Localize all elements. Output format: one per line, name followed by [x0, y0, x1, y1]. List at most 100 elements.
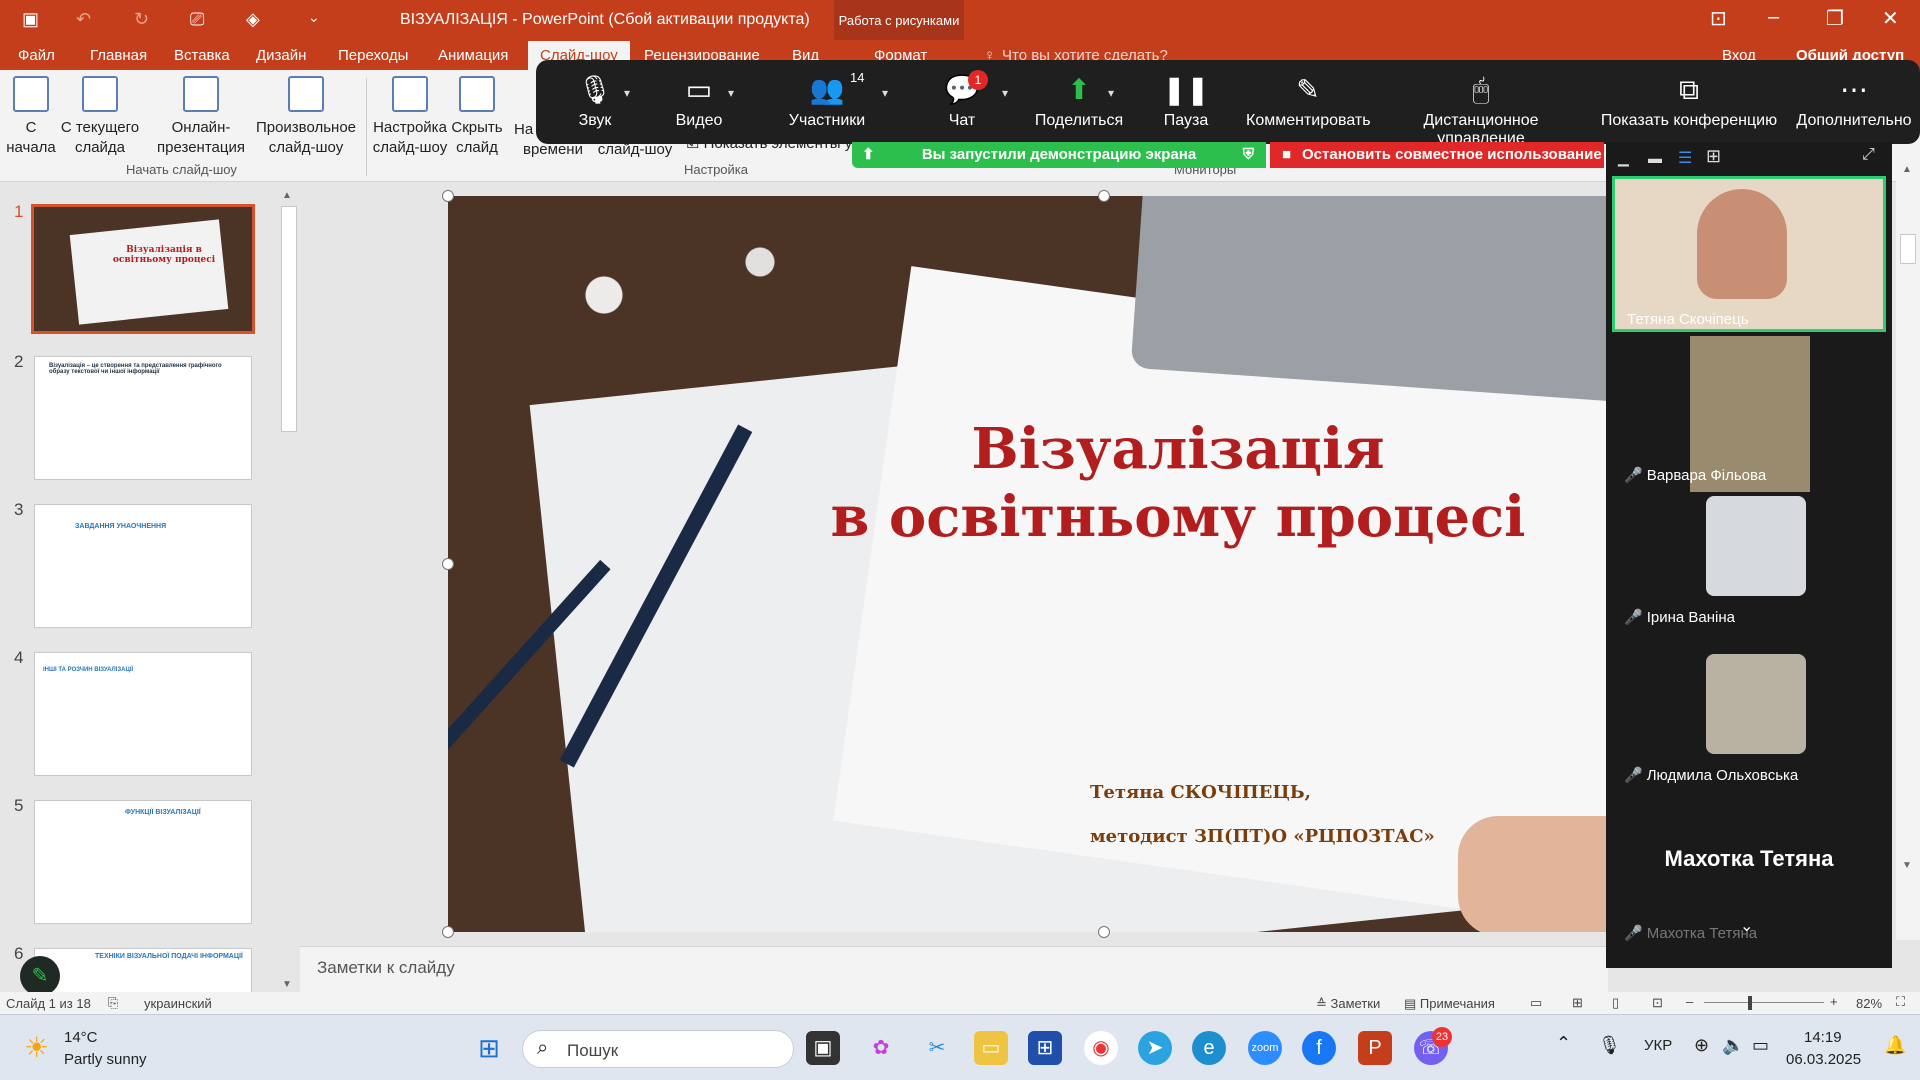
- participants-options-chevron-icon[interactable]: ▾: [882, 86, 888, 100]
- notes-toggle[interactable]: ≙ Заметки: [1316, 996, 1380, 1012]
- thumbnail-slide-3[interactable]: ЗАВДАННЯ УНАОЧНЕННЯ: [34, 504, 252, 628]
- chrome-icon[interactable]: ◉: [1084, 1031, 1118, 1065]
- zoom-out-icon[interactable]: –: [1686, 994, 1693, 1009]
- slide-scrollbar[interactable]: ▲ ▼: [1896, 160, 1920, 940]
- touch-mode-icon[interactable]: ◈: [246, 9, 260, 30]
- save-icon[interactable]: ▣: [22, 9, 39, 30]
- thumbnail-slide-4[interactable]: ІНШІ ТА РОЗЧИН ВІЗУАЛІЗАЦІЇ: [34, 652, 252, 776]
- resize-handle[interactable]: [1098, 190, 1110, 202]
- battery-icon[interactable]: ▭: [1752, 1035, 1769, 1056]
- zoom-in-icon[interactable]: +: [1830, 994, 1838, 1009]
- chat-options-chevron-icon[interactable]: ▾: [1002, 86, 1008, 100]
- minimize-icon[interactable]: –: [1768, 6, 1779, 29]
- thumbnail-scrollbar[interactable]: ▲ ▼: [280, 190, 298, 990]
- audio-options-chevron-icon[interactable]: ▾: [624, 86, 630, 100]
- remote-control-button[interactable]: 🖱 Дистанционное управление: [1378, 74, 1584, 148]
- keyboard-language[interactable]: УКР: [1644, 1037, 1672, 1054]
- pause-button[interactable]: ❚❚ Пауза: [1156, 74, 1216, 130]
- maximize-icon[interactable]: ❐: [1826, 6, 1844, 31]
- powerpoint-icon[interactable]: P: [1358, 1031, 1392, 1065]
- more-button[interactable]: ⋯ Дополнительно: [1792, 74, 1916, 130]
- edge-icon[interactable]: e: [1192, 1031, 1226, 1065]
- copilot-icon[interactable]: ✿: [864, 1031, 898, 1065]
- resize-handle[interactable]: [1098, 926, 1110, 938]
- tab-home[interactable]: Главная: [90, 47, 147, 64]
- tab-design[interactable]: Дизайн: [256, 47, 306, 64]
- redo-icon[interactable]: ↻: [134, 9, 149, 30]
- gallery-view-icon[interactable]: ⊞: [1706, 146, 1721, 167]
- file-explorer-icon[interactable]: ▭: [974, 1031, 1008, 1065]
- thumbnail-slide-2[interactable]: Візуалізація – це створення та представл…: [34, 356, 252, 480]
- weather-desc[interactable]: Partly sunny: [64, 1051, 147, 1068]
- reading-view-icon[interactable]: ▯: [1612, 995, 1619, 1011]
- participant-tile[interactable]: 🎤 Ірина Ваніна: [1612, 494, 1886, 650]
- tab-animation[interactable]: Анимация: [438, 47, 508, 64]
- zoom-slider[interactable]: [1704, 1002, 1824, 1003]
- annotation-pen-icon[interactable]: ✎: [20, 956, 60, 996]
- globe-icon[interactable]: ⊕: [1694, 1035, 1709, 1056]
- slide-canvas[interactable]: Візуалізація в освітньому процесі Тетяна…: [448, 196, 1608, 932]
- volume-icon[interactable]: 🔈: [1722, 1035, 1744, 1056]
- participant-tile[interactable]: 🎤 Людмила Ольховська: [1612, 652, 1886, 808]
- strip-view-icon[interactable]: ☰: [1678, 148, 1692, 168]
- task-view-icon[interactable]: ▣: [806, 1031, 840, 1065]
- stop-share-button[interactable]: ■ Остановить совместное использование: [1270, 142, 1604, 168]
- chevron-up-icon[interactable]: ⌃: [1556, 1033, 1571, 1054]
- hide-slide-button[interactable]: Скрыть слайд: [450, 76, 504, 158]
- ribbon-display-icon[interactable]: ⊡: [1710, 6, 1727, 31]
- share-options-chevron-icon[interactable]: ▾: [1108, 86, 1114, 100]
- microphone-icon[interactable]: 🎙: [1598, 1035, 1621, 1056]
- pin-icon[interactable]: ⬆: [862, 142, 875, 168]
- comments-toggle[interactable]: ▤ Примечания: [1404, 996, 1495, 1012]
- participant-tile[interactable]: Махотка Тетяна 🎤 Махотка Тетяна ⌄: [1612, 810, 1886, 966]
- expand-icon[interactable]: ⤢: [1862, 146, 1875, 164]
- notes-pane[interactable]: Заметки к слайду: [300, 946, 1608, 992]
- single-view-icon[interactable]: ▬: [1648, 150, 1662, 166]
- notification-bell-icon[interactable]: 🔔: [1884, 1035, 1906, 1056]
- resize-handle[interactable]: [442, 190, 454, 202]
- resize-handle[interactable]: [442, 926, 454, 938]
- video-options-chevron-icon[interactable]: ▾: [728, 86, 734, 100]
- share-screen-button[interactable]: ⬆ Поделиться: [1034, 74, 1124, 130]
- undo-icon[interactable]: ↶: [76, 9, 91, 30]
- from-start-button[interactable]: С начала: [6, 76, 56, 158]
- audio-button[interactable]: 🎙 Звук: [560, 74, 630, 130]
- zoom-slider-thumb[interactable]: [1748, 996, 1752, 1010]
- setup-show-button[interactable]: Настройка слайд-шоу: [372, 76, 448, 158]
- search-box[interactable]: ⌕ Пошук: [522, 1030, 794, 1068]
- thumbnail-slide-5[interactable]: ФУНКЦІЇ ВІЗУАЛІЗАЦІЇ: [34, 800, 252, 924]
- zoom-app-icon[interactable]: zoom: [1248, 1031, 1282, 1065]
- resize-handle[interactable]: [442, 558, 454, 570]
- customize-qa-icon[interactable]: ⌄: [308, 9, 320, 26]
- snipping-tool-icon[interactable]: ✂: [920, 1031, 954, 1065]
- normal-view-icon[interactable]: ▭: [1530, 995, 1542, 1011]
- weather-icon[interactable]: ☀: [24, 1031, 49, 1064]
- annotate-button[interactable]: ✎ Комментировать: [1246, 74, 1371, 130]
- windows-start-icon[interactable]: ⊞: [472, 1031, 506, 1065]
- participant-tile-active[interactable]: Тетяна Скочіпець: [1612, 176, 1886, 332]
- thumbnail-slide-6[interactable]: ТЕХНІКИ ВІЗУАЛЬНОЇ ПОДАЧІ ІНФОРМАЦІЇ: [34, 948, 252, 994]
- tab-file[interactable]: Файл: [18, 47, 55, 64]
- video-button[interactable]: ▭ Видео: [662, 74, 736, 130]
- show-meeting-button[interactable]: ⧉ Показать конференцию: [1596, 74, 1782, 130]
- participant-tile[interactable]: 🎤 Варвара Фільова: [1612, 336, 1886, 492]
- clock-date[interactable]: 06.03.2025: [1786, 1051, 1861, 1068]
- minimize-view-icon[interactable]: ▁: [1618, 150, 1629, 167]
- tab-transitions[interactable]: Переходы: [338, 47, 408, 64]
- present-icon[interactable]: ⎚: [190, 9, 204, 30]
- clock-time[interactable]: 14:19: [1804, 1029, 1842, 1046]
- telegram-icon[interactable]: ➤: [1138, 1031, 1172, 1065]
- zoom-level[interactable]: 82%: [1856, 996, 1882, 1011]
- sorter-view-icon[interactable]: ⊞: [1572, 995, 1583, 1011]
- tab-insert[interactable]: Вставка: [174, 47, 230, 64]
- chevron-down-icon[interactable]: ⌄: [1740, 916, 1753, 936]
- online-presentation-button[interactable]: Онлайн-презентация: [154, 76, 248, 158]
- custom-show-button[interactable]: Произвольное слайд-шоу: [252, 76, 360, 158]
- thumbnail-slide-1[interactable]: Візуалізація в освітньому процесі: [31, 204, 255, 334]
- language-indicator[interactable]: украинский: [144, 996, 212, 1011]
- spellcheck-icon[interactable]: ⎘: [108, 995, 118, 1011]
- weather-temp[interactable]: 14°C: [64, 1029, 98, 1046]
- from-current-button[interactable]: С текущего слайда: [58, 76, 142, 158]
- facebook-icon[interactable]: f: [1302, 1031, 1336, 1065]
- slideshow-view-icon[interactable]: ⊡: [1652, 995, 1663, 1011]
